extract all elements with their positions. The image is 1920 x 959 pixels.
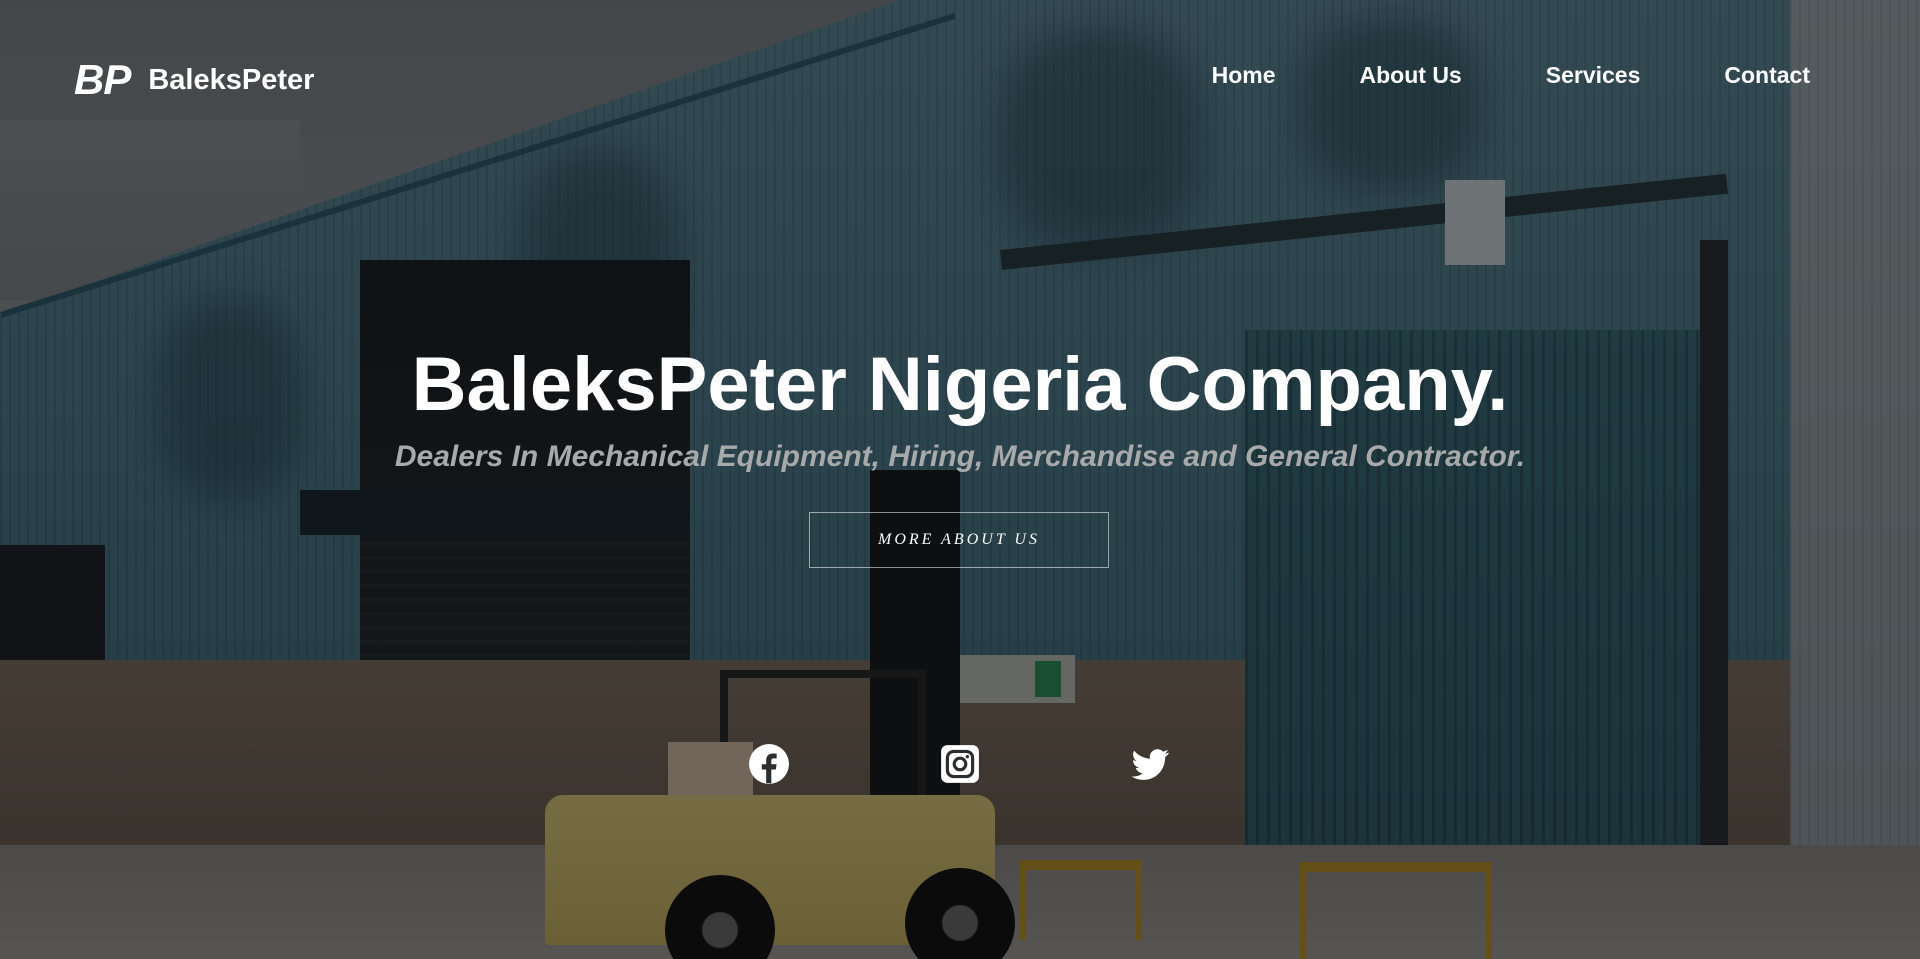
instagram-icon[interactable] — [938, 742, 982, 786]
nav-link-home[interactable]: Home — [1212, 62, 1276, 89]
nav-link-services[interactable]: Services — [1546, 62, 1641, 89]
nav-link-about-us[interactable]: About Us — [1360, 62, 1462, 89]
brand-name: BaleksPeter — [148, 63, 315, 96]
hero-subtitle: Dealers In Mechanical Equipment, Hiring,… — [394, 440, 1526, 473]
more-about-us-button[interactable]: MORE ABOUT US — [809, 512, 1109, 568]
brand-mark: BP — [74, 56, 131, 103]
hero-section: BP BaleksPeter Home About Us Services Co… — [0, 0, 1920, 959]
twitter-icon[interactable] — [1128, 742, 1172, 786]
facebook-icon[interactable] — [747, 742, 791, 786]
navbar: BP BaleksPeter Home About Us Services Co… — [0, 0, 1920, 155]
nav-menu: Home About Us Services Contact — [1212, 62, 1810, 89]
hero-title: BaleksPeter Nigeria Company. — [411, 342, 1509, 427]
brand-logo[interactable]: BP BaleksPeter — [74, 56, 314, 104]
nav-link-contact[interactable]: Contact — [1724, 62, 1810, 89]
